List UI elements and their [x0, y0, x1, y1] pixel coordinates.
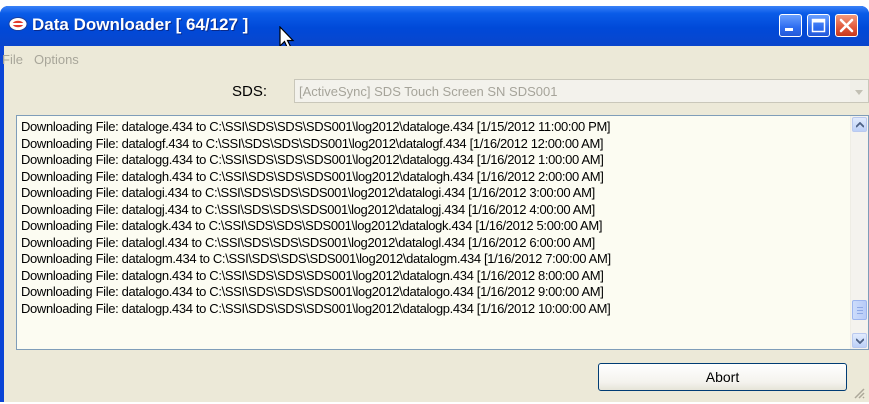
log-line: Downloading File: datalogk.434 to C:\SSI… — [21, 218, 603, 233]
sds-device-select[interactable]: [ActiveSync] SDS Touch Screen SN SDS001 — [294, 79, 869, 103]
sds-device-select-value: [ActiveSync] SDS Touch Screen SN SDS001 — [299, 84, 558, 99]
log-lines: Downloading File: dataloge.434 to C:\SSI… — [21, 119, 611, 317]
minimize-icon — [785, 28, 793, 31]
title-bar[interactable]: Data Downloader [ 64/127 ] — [0, 6, 869, 50]
log-line: Downloading File: datalogi.434 to C:\SSI… — [21, 185, 595, 200]
log-line: Downloading File: dataloge.434 to C:\SSI… — [21, 119, 611, 134]
log-line: Downloading File: datalogo.434 to C:\SSI… — [21, 284, 604, 299]
log-line: Downloading File: datalogm.434 to C:\SSI… — [21, 251, 611, 266]
abort-button[interactable]: Abort — [598, 363, 847, 391]
log-line: Downloading File: datalogn.434 to C:\SSI… — [21, 267, 604, 283]
log-line: Downloading File: datalogh.434 to C:\SSI… — [21, 168, 604, 184]
scroll-up-button[interactable] — [852, 117, 867, 132]
scroll-down-button[interactable] — [852, 333, 867, 348]
menu-options[interactable]: Options — [34, 52, 79, 67]
log-line: Downloading File: datalogf.434 to C:\SSI… — [21, 135, 604, 151]
log-line: Downloading File: datalogj.434 to C:\SSI… — [21, 201, 595, 217]
data-downloader-window: Data Downloader [ 64/127 ] File Options … — [0, 6, 869, 402]
chevron-down-icon[interactable] — [850, 80, 868, 102]
maximize-button[interactable] — [807, 14, 830, 37]
menu-file[interactable]: File — [2, 52, 23, 67]
resize-grip-icon[interactable] — [853, 386, 865, 399]
scroll-thumb[interactable] — [852, 300, 867, 320]
arrow-up-icon — [856, 122, 864, 128]
window-title: Data Downloader [ 64/127 ] — [32, 15, 249, 34]
log-scrollbar[interactable] — [850, 116, 868, 349]
log-line: Downloading File: datalogl.434 to C:\SSI… — [21, 234, 595, 250]
ssi-logo-icon — [8, 16, 28, 32]
close-icon — [839, 18, 854, 33]
maximize-icon — [811, 18, 826, 33]
close-button[interactable] — [835, 14, 858, 37]
minimize-button[interactable] — [779, 14, 802, 37]
sds-label: SDS: — [232, 83, 268, 100]
arrow-down-icon — [856, 338, 864, 344]
log-line: Downloading File: datalogp.434 to C:\SSI… — [21, 300, 611, 316]
client-area: File Options SDS: [ActiveSync] SDS Touch… — [2, 46, 869, 402]
download-log[interactable]: Downloading File: dataloge.434 to C:\SSI… — [16, 115, 869, 350]
log-line: Downloading File: datalogg.434 to C:\SSI… — [21, 152, 604, 167]
